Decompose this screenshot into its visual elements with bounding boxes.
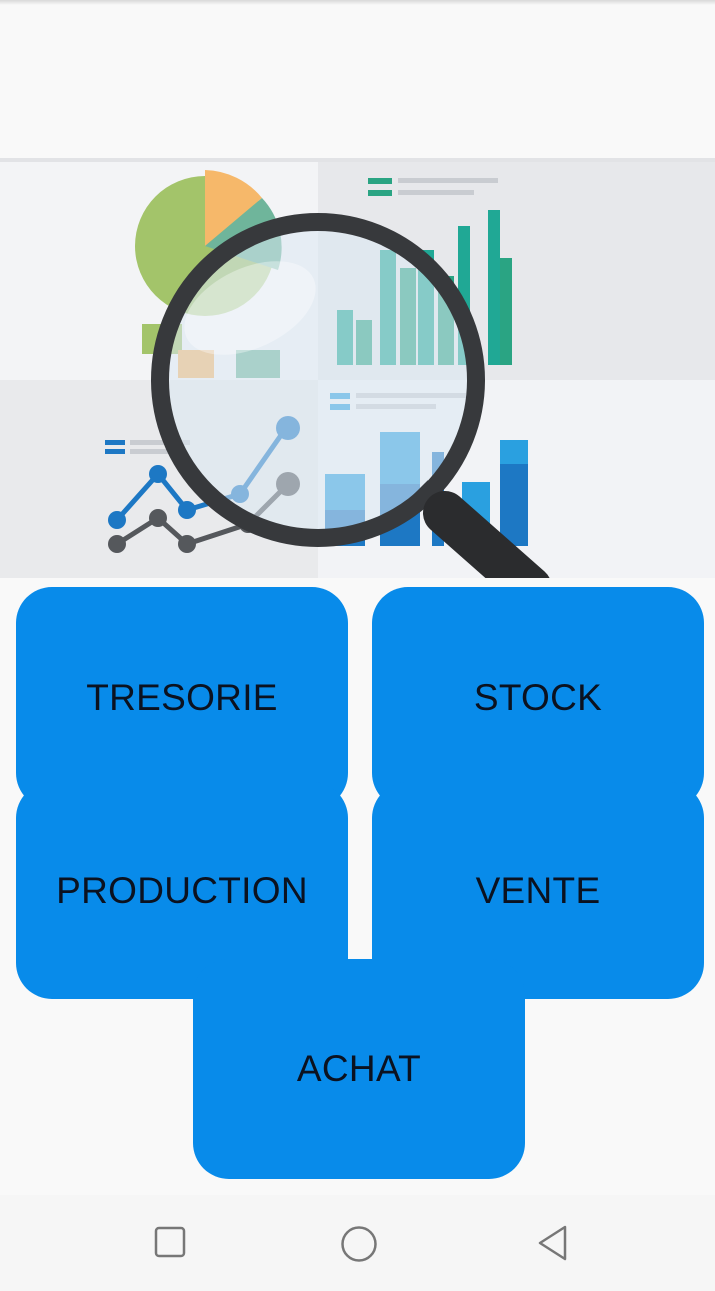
tresorie-label: TRESORIE — [86, 677, 278, 718]
analytics-banner-image — [0, 158, 715, 578]
back-button[interactable] — [508, 1195, 598, 1291]
production-label: PRODUCTION — [56, 869, 308, 911]
achat-label: ACHAT — [296, 1048, 422, 1089]
circle-icon — [341, 1226, 377, 1262]
home-button[interactable] — [314, 1195, 404, 1291]
vente-label: VENTE — [475, 869, 601, 911]
status-bar-shadow — [0, 0, 715, 5]
stock-button[interactable]: STOCK — [372, 587, 704, 809]
triangle-back-icon — [538, 1225, 567, 1261]
tresorie-button[interactable]: TRESORIE — [16, 587, 348, 809]
system-navigation-bar — [0, 1195, 715, 1291]
achat-button[interactable]: ACHAT — [193, 959, 525, 1179]
square-icon — [154, 1226, 186, 1258]
recent-apps-button[interactable] — [125, 1195, 215, 1291]
stock-label: STOCK — [473, 677, 603, 718]
